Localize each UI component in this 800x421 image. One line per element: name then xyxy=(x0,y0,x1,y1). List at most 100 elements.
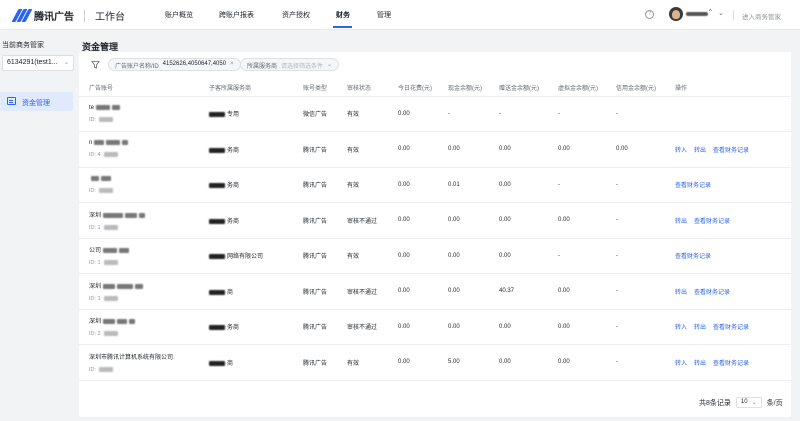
gift-balance: 0.00 xyxy=(489,202,548,239)
account-name: 深圳 xyxy=(89,283,102,290)
op-link[interactable]: 转入 xyxy=(675,361,687,367)
review-status: 审核不通过 xyxy=(337,309,388,345)
today-spend: 0.00 xyxy=(388,167,438,203)
page-size-value: 10 xyxy=(740,399,748,405)
credit-balance: 0.00 xyxy=(606,131,665,168)
manager-account-select[interactable]: 6134291(test1... ⌄ xyxy=(2,55,74,71)
brand-logo[interactable]: 腾讯广告 工作台 xyxy=(11,8,125,23)
op-link[interactable]: 转入 xyxy=(675,148,687,154)
redacted-text xyxy=(117,319,128,325)
service-provider-cell: 商 xyxy=(199,344,293,381)
op-link[interactable]: 查看财务记录 xyxy=(713,325,749,331)
service-provider: 务商 xyxy=(227,183,240,190)
credit-balance: - xyxy=(606,96,665,132)
operations-cell: 转入 转出 查看财务记录 xyxy=(665,131,791,168)
operations-cell: 转入 转出 查看财务记录 xyxy=(665,344,791,381)
nav-asset-authorization[interactable]: 资产授权 xyxy=(282,10,310,20)
gift-balance: 0.00 xyxy=(489,309,548,345)
service-provider-cell: 网络有限公司 xyxy=(199,238,293,274)
redacted-text xyxy=(103,319,116,325)
service-provider-filter-chip[interactable]: 所属服务商 请选择筛选条件 ⌄ xyxy=(240,58,340,71)
op-link[interactable]: 查看财务记录 xyxy=(713,361,749,367)
gift-balance: 0.00 xyxy=(489,167,548,203)
account-type: 腾讯广告 xyxy=(293,273,337,310)
operations-cell: 转出 查看财务记录 xyxy=(665,273,791,310)
service-provider: 商 xyxy=(227,289,234,296)
user-avatar[interactable] xyxy=(669,7,683,21)
nav-account-overview[interactable]: 账户概览 xyxy=(165,10,193,20)
fund-panel: 广告账户名称/ID 4152626,4050647,4050 × 所属服务商 请… xyxy=(79,52,791,417)
gift-balance: - xyxy=(489,96,548,132)
user-name-redacted[interactable] xyxy=(686,12,708,16)
nav-finance[interactable]: 财务 xyxy=(336,10,350,20)
workspace-label: 工作台 xyxy=(95,12,125,23)
op-link[interactable]: 查看财务记录 xyxy=(675,183,711,189)
filter-icon[interactable] xyxy=(91,60,100,69)
account-id: ID: xyxy=(89,116,97,123)
review-status: 有效 xyxy=(337,131,388,168)
gift-balance: 0.00 xyxy=(489,238,548,274)
virtual-balance: 0.00 xyxy=(548,309,606,345)
op-link[interactable]: 转出 xyxy=(675,290,687,296)
redacted-text xyxy=(103,295,118,301)
col-today-spend: 今日花费(元) xyxy=(388,79,438,97)
redacted-text xyxy=(96,104,111,110)
credit-balance: - xyxy=(606,238,665,274)
account-id: ID: xyxy=(89,366,97,373)
col-virtual-balance: 虚拟金余额(元) xyxy=(548,79,606,97)
tencent-ads-logo-icon xyxy=(11,9,33,22)
op-link[interactable]: 转出 xyxy=(694,361,706,367)
service-provider: 商 xyxy=(227,360,234,367)
ad-account-cell: 公司 ID: 1 xyxy=(79,238,199,274)
chip-placeholder: 请选择筛选条件 xyxy=(281,64,324,70)
review-status: 有效 xyxy=(337,344,388,381)
op-link[interactable]: 转出 xyxy=(675,219,687,225)
operations-cell xyxy=(665,96,791,132)
op-link[interactable]: 查看财务记录 xyxy=(713,148,749,154)
col-ad-account: 广告账号 xyxy=(79,79,199,97)
col-gift-balance: 赠送金余额(元) xyxy=(489,79,548,97)
nav-management[interactable]: 管理 xyxy=(377,10,391,20)
ad-account-cell: 深圳市腾讯计算机系统有限公司 ID: xyxy=(79,344,199,381)
redacted-text xyxy=(103,224,118,230)
account-type: 微信广告 xyxy=(293,96,337,132)
redacted-text xyxy=(125,212,138,218)
gift-balance: 0.00 xyxy=(489,344,548,381)
op-link[interactable]: 转入 xyxy=(675,325,687,331)
ad-account-cell: 深圳 ID: 2 xyxy=(79,309,199,345)
nav-active-indicator xyxy=(333,26,352,28)
service-provider-cell: 务商 xyxy=(199,131,293,168)
page-size-select[interactable]: 10 ⌄ xyxy=(735,397,762,408)
op-link[interactable]: 查看财务记录 xyxy=(694,290,730,296)
chip-value: 4152626,4050647,4050 xyxy=(162,61,227,67)
chevron-down-icon[interactable]: ⌄ xyxy=(718,9,724,17)
table-row: 深圳 ID: 2 务商 腾讯广告 审核不通过 0.00 0.00 0.00 0.… xyxy=(79,309,791,345)
account-name: n xyxy=(89,140,93,147)
op-link[interactable]: 转出 xyxy=(694,325,706,331)
header-divider xyxy=(733,10,734,20)
op-link[interactable]: 查看财务记录 xyxy=(694,219,730,225)
sidebar-item-fund-management[interactable]: 资金管理 xyxy=(0,92,73,111)
op-link[interactable]: 转出 xyxy=(694,148,706,154)
account-type: 腾讯广告 xyxy=(293,238,337,274)
cash-balance: 0.00 xyxy=(438,238,489,274)
ad-account-cell: te ID: xyxy=(79,96,199,132)
account-type: 腾讯广告 xyxy=(293,344,337,381)
redacted-text xyxy=(91,175,99,181)
account-filter-chip[interactable]: 广告账户名称/ID 4152626,4050647,4050 × xyxy=(108,58,241,71)
redacted-text xyxy=(209,289,225,295)
op-link[interactable]: 查看财务记录 xyxy=(675,254,711,260)
nav-cross-account-report[interactable]: 跨账户报表 xyxy=(219,10,254,20)
table-row: te ID: 专用 微信广告 有效 0.00 - - - - xyxy=(79,96,791,132)
sidebar: 当前商务管家 6134291(test1... ⌄ 资金管理 xyxy=(0,31,77,421)
enter-business-manager-link[interactable]: 进入商务管家 xyxy=(742,11,781,21)
col-operations: 操作 xyxy=(665,79,791,97)
help-icon[interactable]: ? xyxy=(645,10,654,19)
service-provider-cell: 务商 xyxy=(199,167,293,203)
ad-account-cell: 深圳 ID: 1 xyxy=(79,273,199,310)
manager-account-value: 6134291(test1... xyxy=(7,59,58,66)
redacted-text xyxy=(103,248,118,254)
close-icon[interactable]: × xyxy=(230,61,234,70)
account-name: te xyxy=(89,104,95,111)
virtual-balance: - xyxy=(548,167,606,203)
